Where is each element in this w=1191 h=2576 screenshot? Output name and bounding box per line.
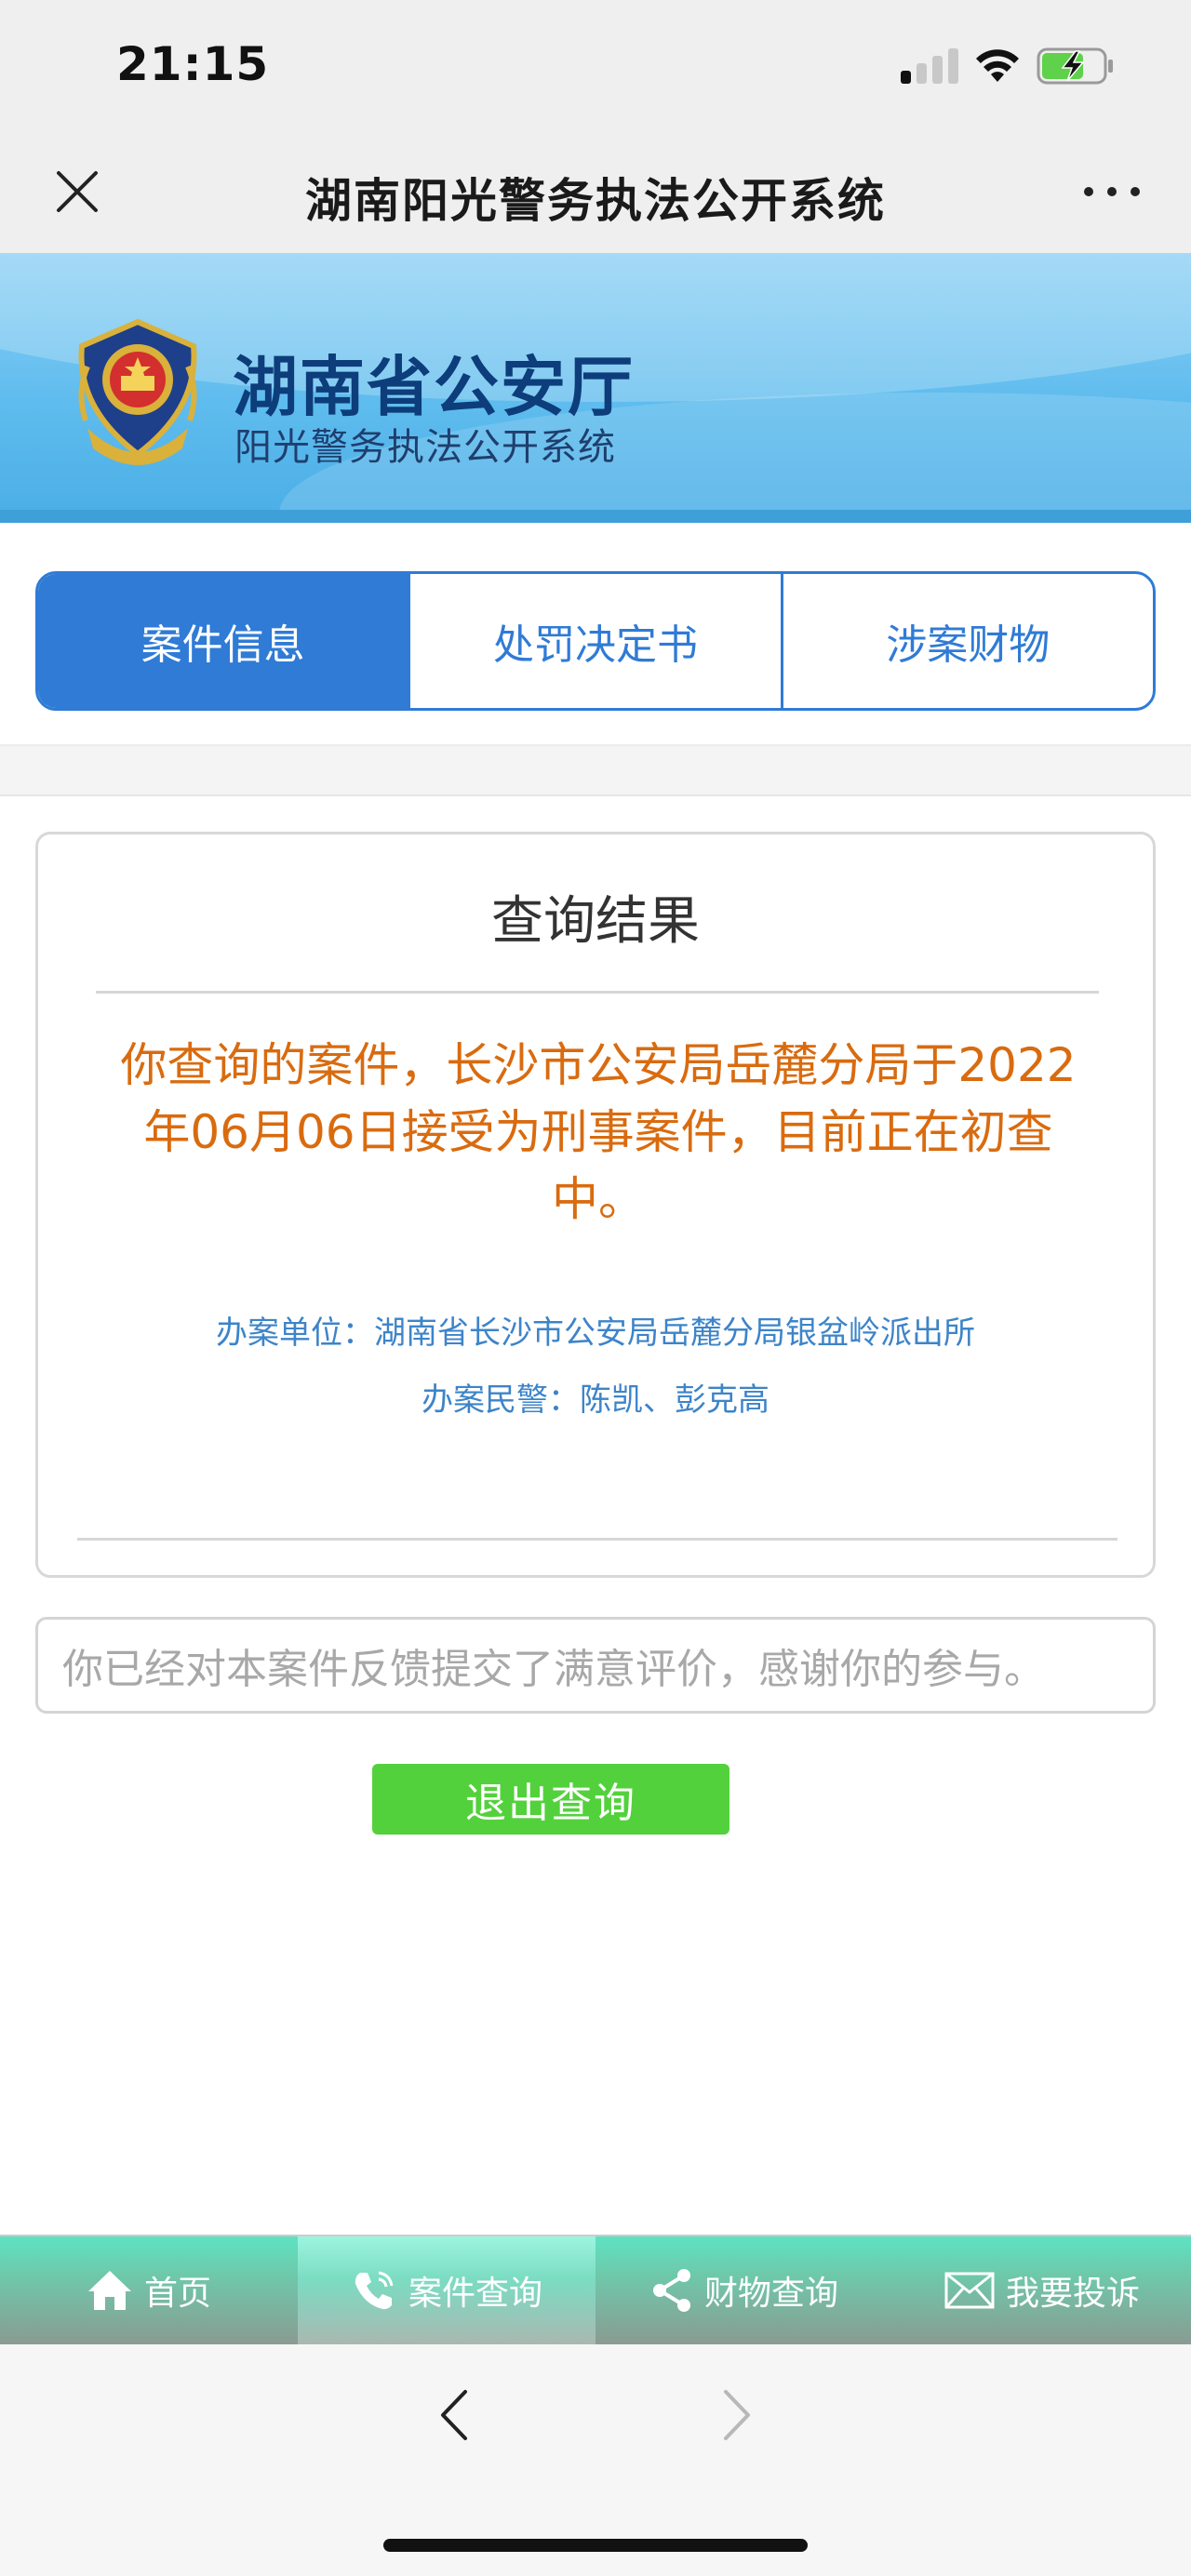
- result-message-line: 年06月06日接受为刑事案件，目前正在初查: [143, 1105, 1053, 1159]
- back-arrow-icon[interactable]: [435, 2386, 473, 2444]
- police-emblem-icon: [78, 318, 197, 465]
- bottom-nav-label: 财物查询: [703, 2275, 838, 2313]
- result-title: 查询结果: [491, 891, 700, 952]
- tab-penalty-decision[interactable]: 处罚决定书: [410, 574, 783, 708]
- section-divider: [0, 744, 1191, 796]
- share-icon: [652, 2269, 690, 2312]
- bottom-nav-label: 案件查询: [408, 2275, 542, 2313]
- bottom-nav-home[interactable]: 首页: [0, 2236, 298, 2344]
- bottom-nav-label: 我要投诉: [1005, 2275, 1140, 2313]
- bottom-nav-case-query[interactable]: 案件查询: [298, 2236, 596, 2344]
- page-title: 湖南阳光警务执法公开系统: [305, 174, 886, 228]
- case-police: 办案民警：陈凯、彭克高: [422, 1381, 769, 1419]
- tab-bar: 案件信息 处罚决定书 涉案财物: [35, 571, 1156, 711]
- case-unit: 办案单位：湖南省长沙市公安局岳麓分局银盆岭派出所: [216, 1315, 975, 1352]
- tab-case-info[interactable]: 案件信息: [38, 574, 411, 708]
- tab-case-property[interactable]: 涉案财物: [783, 574, 1153, 708]
- bottom-nav-label: 首页: [143, 2275, 211, 2313]
- bottom-nav: 首页 案件查询 财物查询 我要投诉: [0, 2235, 1191, 2344]
- home-icon: [87, 2271, 131, 2310]
- banner-title: 湖南省公安厅: [233, 349, 635, 425]
- result-divider: [96, 991, 1099, 994]
- more-icon[interactable]: [1079, 180, 1144, 203]
- wifi-icon: [976, 49, 1019, 82]
- mail-icon: [944, 2272, 995, 2309]
- result-card: 查询结果 你查询的案件，长沙市公安局岳麓分局于2022 年06月06日接受为刑事…: [35, 832, 1156, 1578]
- signal-icon: [901, 48, 958, 84]
- battery-charging-icon: [1037, 47, 1113, 85]
- nav-bar: 湖南阳光警务执法公开系统: [0, 130, 1191, 253]
- status-bar: 21:15: [0, 0, 1191, 130]
- result-message-line: 你查询的案件，长沙市公安局岳麓分局于2022: [120, 1038, 1077, 1092]
- phone-icon: [355, 2271, 394, 2310]
- banner-subtitle: 阳光警务执法公开系统: [234, 426, 616, 469]
- home-indicator: [383, 2539, 808, 2552]
- result-message-line: 中。: [552, 1172, 645, 1226]
- feedback-box: 你已经对本案件反馈提交了满意评价，感谢你的参与。: [35, 1617, 1156, 1714]
- forward-arrow-icon[interactable]: [718, 2386, 756, 2444]
- result-message: 你查询的案件，长沙市公安局岳麓分局于2022 年06月06日接受为刑事案件，目前…: [85, 1032, 1112, 1233]
- status-time: 21:15: [116, 37, 270, 91]
- bottom-nav-property-query[interactable]: 财物查询: [596, 2236, 893, 2344]
- bottom-nav-complaint[interactable]: 我要投诉: [893, 2236, 1191, 2344]
- exit-query-button[interactable]: 退出查询: [372, 1764, 729, 1835]
- banner-edge: [0, 510, 1191, 523]
- result-bottom-divider: [77, 1538, 1117, 1541]
